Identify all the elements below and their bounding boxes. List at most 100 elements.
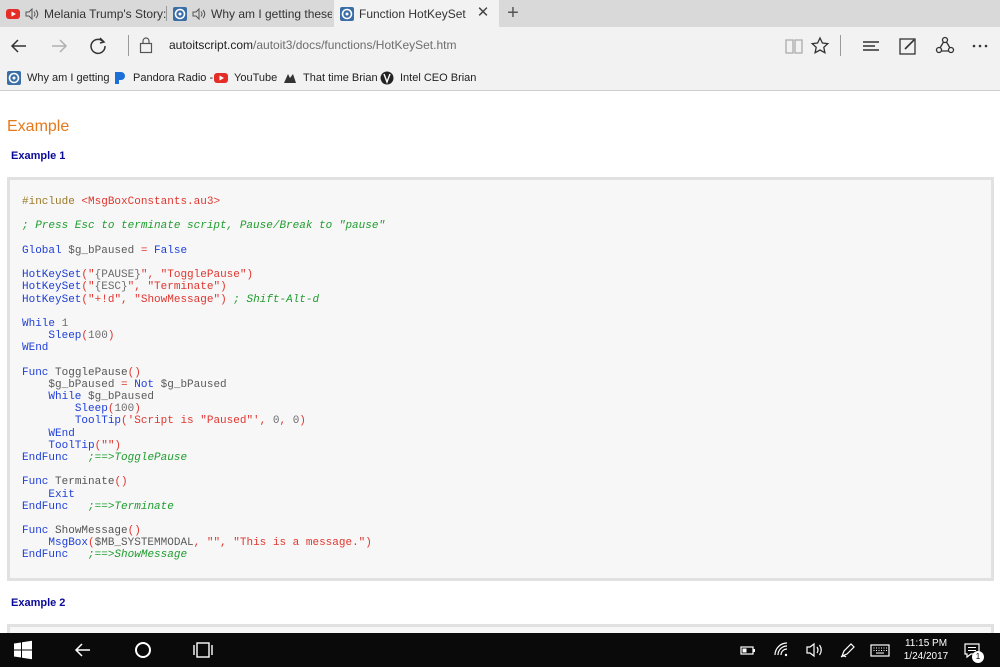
back-arrow-icon xyxy=(74,643,90,657)
favorite-youtube[interactable]: YouTube xyxy=(214,70,277,85)
more-icon xyxy=(972,44,988,48)
speaker-icon[interactable] xyxy=(25,7,39,20)
star-icon xyxy=(810,36,830,54)
favorite-that-time-brian[interactable]: That time Brian xyxy=(283,70,378,85)
taskbar-back-button[interactable] xyxy=(73,640,93,660)
code-listing: #include <MsgBoxConstants.au3> ; Press Es… xyxy=(22,196,385,562)
autoit-icon xyxy=(173,6,187,21)
code-token: WEnd xyxy=(22,342,49,355)
favorite-button[interactable] xyxy=(808,34,832,58)
gif-icon xyxy=(284,73,296,83)
task-view-icon xyxy=(193,642,213,658)
tab-why-am-i-getting[interactable]: Why am I getting these xyxy=(167,0,332,27)
web-note-icon xyxy=(899,38,916,55)
code-token: ToolTip xyxy=(74,415,122,428)
code-line: #include <MsgBoxConstants.au3> xyxy=(22,196,385,208)
favorite-label: YouTube xyxy=(234,71,278,84)
battery-button[interactable] xyxy=(738,640,758,660)
page-content[interactable]: Example Example 1 #include <MsgBoxConsta… xyxy=(0,92,1000,633)
web-note-button[interactable] xyxy=(896,34,920,58)
toolbar-divider xyxy=(840,35,841,56)
code-token: = xyxy=(140,244,155,257)
cortana-button[interactable] xyxy=(133,640,153,660)
code-token: {PAUSE} xyxy=(94,269,141,282)
hub-button[interactable] xyxy=(859,34,883,58)
code-token: ) xyxy=(365,537,372,550)
keyboard-icon xyxy=(870,644,890,657)
code-line: Sleep(100) xyxy=(22,330,385,342)
code-token: 100 xyxy=(88,330,108,343)
windows-taskbar: 11:15 PM 1/24/2017 1 xyxy=(0,633,1000,667)
start-button[interactable] xyxy=(13,640,33,660)
new-tab-button[interactable]: + xyxy=(502,2,524,24)
tab-function-hotkeyset[interactable]: Function HotKeySet ✕ xyxy=(334,0,499,27)
code-token: ("") xyxy=(94,439,122,452)
battery-icon xyxy=(740,646,755,655)
code-token: $MB_SYSTEMMODAL xyxy=(94,537,194,550)
forward-button[interactable] xyxy=(47,34,71,58)
touch-keyboard-button[interactable] xyxy=(870,640,890,660)
code-line: Func TogglePause() xyxy=(22,367,385,379)
address-field[interactable]: autoitscript.com/autoit3/docs/functions/… xyxy=(169,38,456,52)
pen-icon xyxy=(840,643,855,658)
clock-time: 11:15 PM xyxy=(904,638,948,649)
code-token: EndFunc xyxy=(22,549,69,562)
code-block-example-1[interactable]: #include <MsgBoxConstants.au3> ; Press Es… xyxy=(7,177,994,581)
code-token: WEnd xyxy=(48,427,75,440)
code-token: ) xyxy=(107,330,115,343)
example-2-heading: Example 2 xyxy=(11,597,66,609)
system-clock[interactable]: 11:15 PM 1/24/2017 xyxy=(900,637,952,663)
code-token: 1 xyxy=(61,317,69,330)
address-divider xyxy=(128,35,129,56)
code-line: EndFunc ;==>ShowMessage xyxy=(22,549,385,561)
code-line: EndFunc ;==>Terminate xyxy=(22,501,385,513)
cortana-circle-icon xyxy=(135,642,151,658)
code-token: ) xyxy=(220,281,227,294)
favorite-label: That time Brian xyxy=(303,71,378,84)
code-token: ( xyxy=(88,537,95,550)
code-token: ( xyxy=(121,415,128,428)
lock-icon[interactable] xyxy=(139,36,153,54)
code-line: While $g_bPaused xyxy=(22,391,385,403)
code-block-example-2[interactable] xyxy=(7,624,994,633)
tab-melania-trump[interactable]: Melania Trump's Story: xyxy=(0,0,166,27)
code-token: () xyxy=(127,525,141,538)
volume-button[interactable] xyxy=(805,640,825,660)
speaker-icon[interactable] xyxy=(192,7,206,20)
reading-view-button[interactable] xyxy=(782,34,806,58)
favorite-why-am-i-getting[interactable]: Why am I getting xyxy=(7,70,110,85)
close-tab-icon[interactable]: ✕ xyxy=(475,5,491,21)
code-token: ;==>Terminate xyxy=(88,500,174,513)
code-token: $g_bPaused xyxy=(48,378,122,391)
example-1-heading: Example 1 xyxy=(11,150,66,162)
youtube-icon xyxy=(6,8,20,19)
refresh-button[interactable] xyxy=(86,34,110,58)
youtube-icon xyxy=(214,72,228,83)
code-token: While xyxy=(22,317,62,330)
more-button[interactable] xyxy=(968,34,992,58)
code-token: Func xyxy=(22,525,56,538)
wifi-button[interactable] xyxy=(772,640,792,660)
code-line: Exit xyxy=(22,489,385,501)
code-token: = xyxy=(121,378,135,391)
pen-workspace-button[interactable] xyxy=(838,640,858,660)
favorites-bar: Why am I getting Pandora Radio - YouTube… xyxy=(0,64,1000,91)
forward-arrow-icon xyxy=(52,39,68,53)
back-button[interactable] xyxy=(7,34,31,58)
notification-count-badge: 1 xyxy=(972,651,984,663)
task-view-button[interactable] xyxy=(193,640,213,660)
code-token: EndFunc xyxy=(22,451,69,464)
favorite-intel-ceo-brian[interactable]: Intel CEO Brian xyxy=(380,70,476,85)
share-button[interactable] xyxy=(933,34,957,58)
favorite-pandora[interactable]: Pandora Radio - xyxy=(113,70,213,85)
code-token: Sleep xyxy=(74,403,108,416)
code-token: {ESC} xyxy=(94,281,128,294)
